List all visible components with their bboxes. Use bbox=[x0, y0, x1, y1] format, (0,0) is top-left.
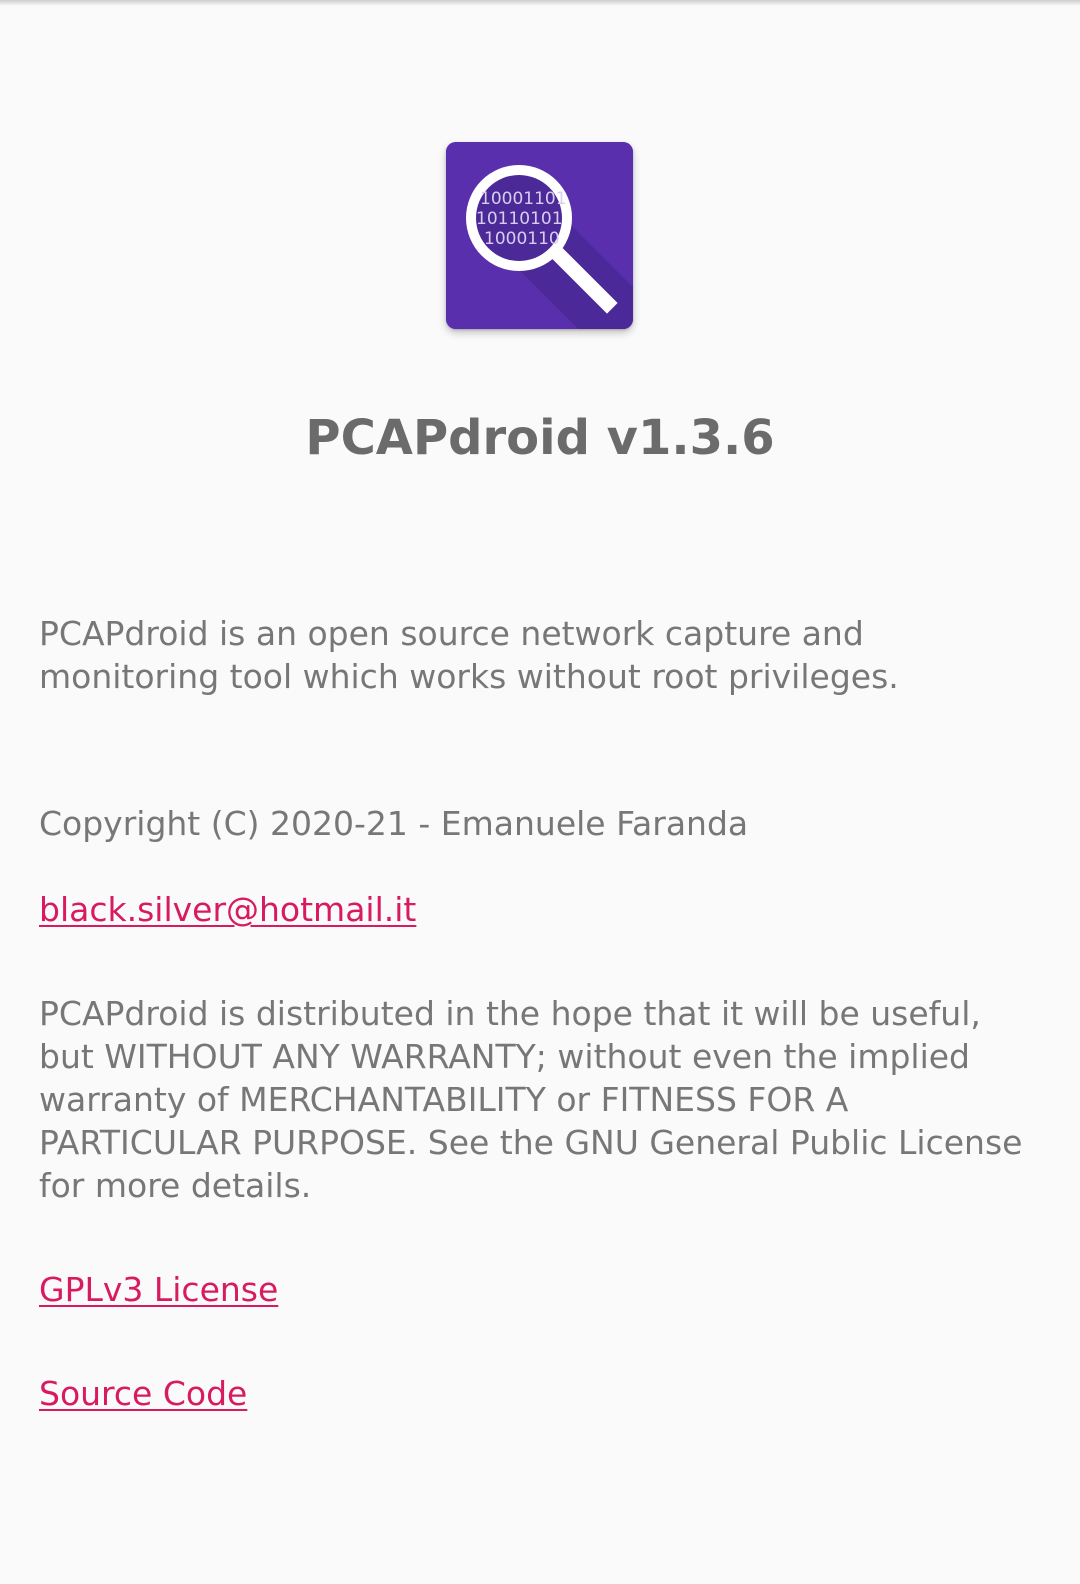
binary-text-line: 10110101 bbox=[476, 209, 563, 229]
license-link-row: GPLv3 License bbox=[39, 1268, 1049, 1311]
copyright-text: Copyright (C) 2020-21 - Emanuele Faranda bbox=[39, 804, 749, 843]
source-code-link[interactable]: Source Code bbox=[39, 1372, 247, 1415]
status-bar-shadow bbox=[0, 0, 1080, 6]
about-content: PCAPdroid is an open source network capt… bbox=[39, 612, 1049, 1476]
magnifier-binary-icon: 10001101 10110101 1000110 bbox=[446, 142, 633, 329]
email-link[interactable]: black.silver@hotmail.it bbox=[39, 888, 416, 931]
license-link[interactable]: GPLv3 License bbox=[39, 1268, 278, 1311]
binary-text-line: 1000110 bbox=[484, 229, 560, 249]
description-text: PCAPdroid is an open source network capt… bbox=[39, 614, 899, 696]
warranty-text: PCAPdroid is distributed in the hope tha… bbox=[39, 994, 1023, 1205]
source-code-link-row: Source Code bbox=[39, 1372, 1049, 1415]
app-title: PCAPdroid v1.3.6 bbox=[305, 410, 775, 466]
copyright-block: Copyright (C) 2020-21 - Emanuele Faranda… bbox=[39, 759, 1049, 931]
binary-text-line: 10001101 bbox=[480, 189, 567, 209]
app-icon: 10001101 10110101 1000110 bbox=[446, 142, 633, 329]
